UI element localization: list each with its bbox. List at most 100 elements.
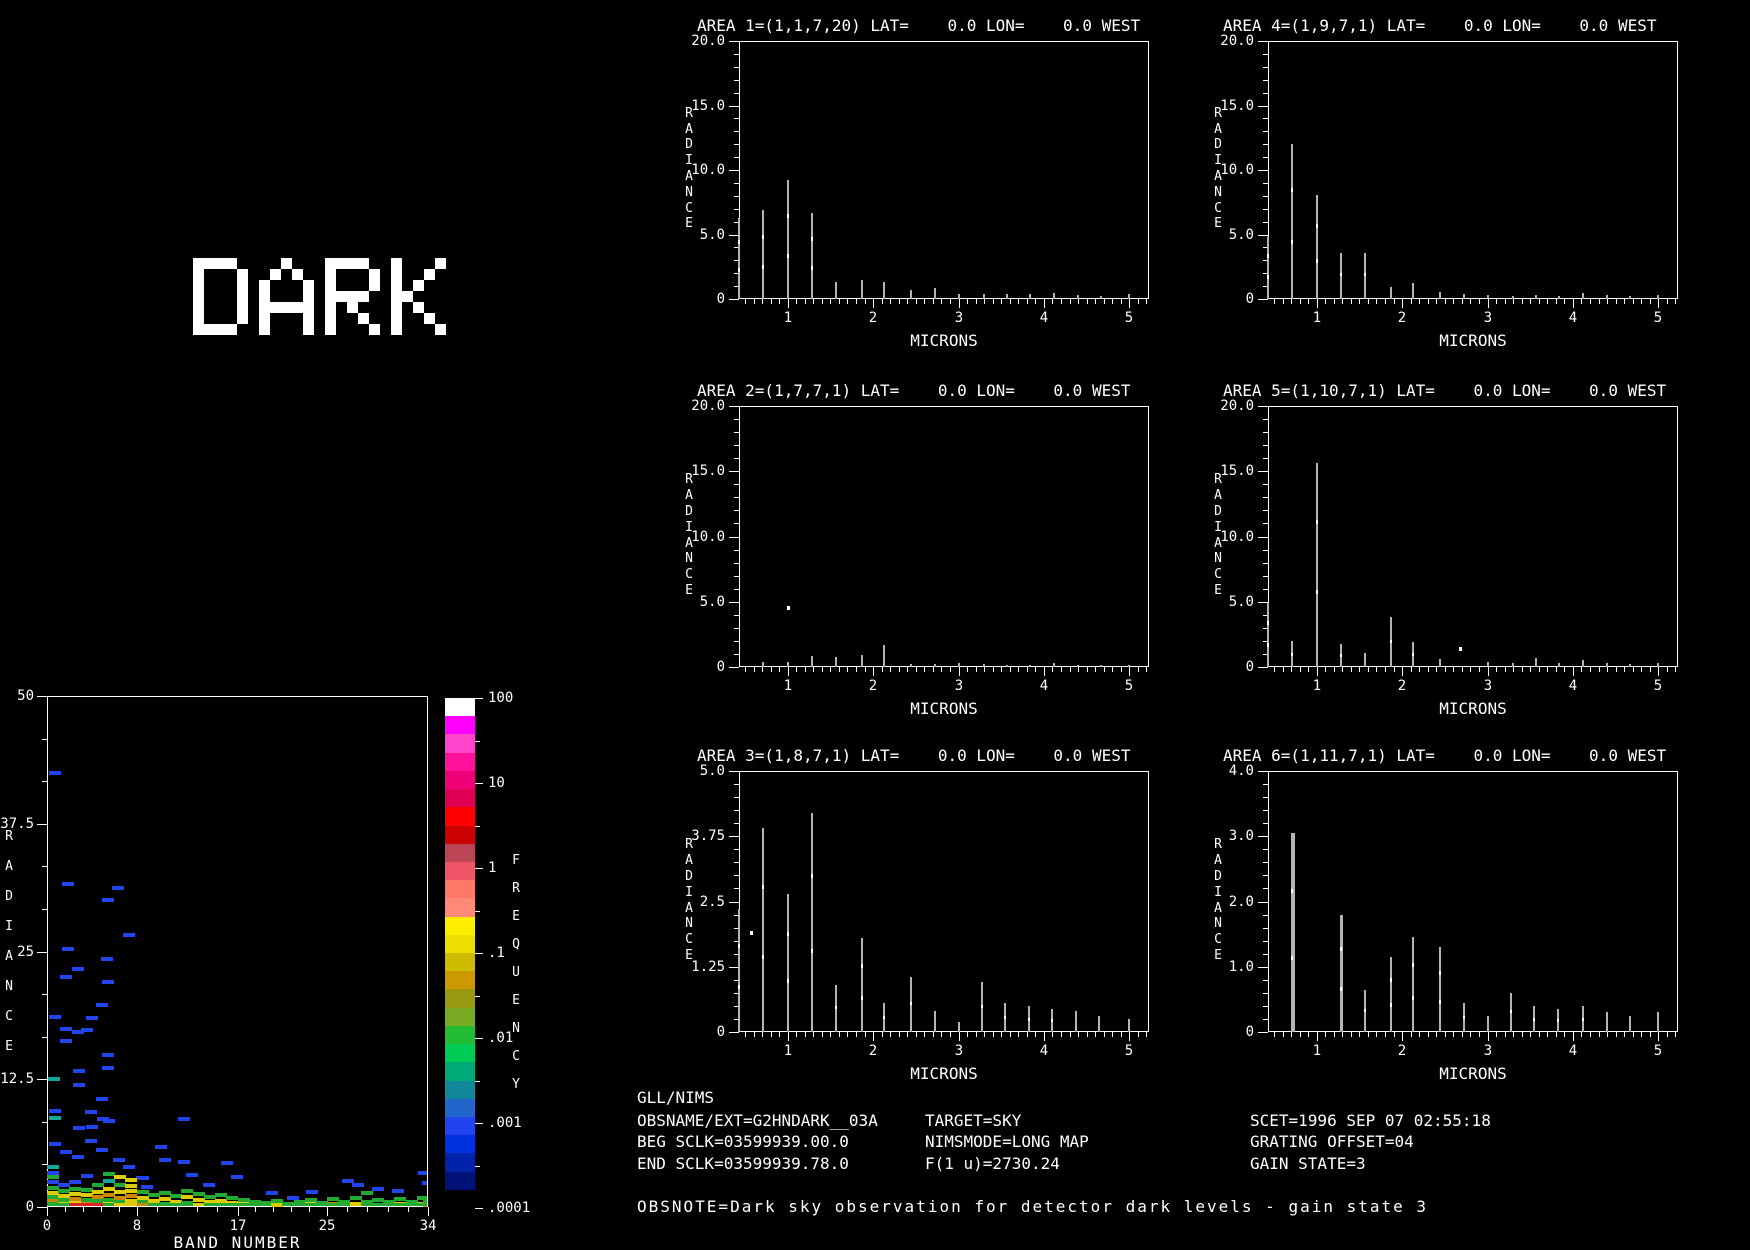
y-axis-tick	[42, 1122, 47, 1123]
x-axis-tick	[327, 1207, 328, 1216]
colorbar-segment	[445, 1171, 475, 1191]
histogram-cell	[125, 1194, 137, 1198]
histogram-cell	[392, 1189, 404, 1193]
x-axis-tick	[347, 1207, 348, 1212]
instrument-label: GLL/NIMS	[637, 1088, 715, 1107]
colorbar-segment	[445, 971, 475, 990]
y-axis-label-letter: N	[5, 979, 13, 994]
histogram-cell	[85, 1110, 97, 1114]
histogram-cell	[62, 947, 74, 951]
f1u-value: F(1 u)=2730.24	[925, 1154, 1060, 1173]
colorbar-tick	[475, 783, 483, 784]
histogram-cell	[73, 1083, 85, 1087]
y-axis-label-letter: I	[5, 919, 13, 934]
histogram-cell	[72, 1155, 84, 1159]
colorbar-tick-label: .0001	[488, 1200, 531, 1216]
histogram-cell	[372, 1187, 384, 1191]
colorbar-minor-tick	[475, 825, 480, 827]
histogram-cell	[86, 1125, 98, 1129]
x-axis-tick	[428, 1207, 429, 1216]
y-axis-tick	[42, 739, 47, 740]
histogram-cell	[178, 1160, 190, 1164]
colorbar-label-letter: Q	[512, 937, 520, 952]
colorbar-tick-label: 100	[488, 690, 514, 706]
scet-value: SCET=1996 SEP 07 02:55:18	[1250, 1111, 1491, 1130]
colorbar-segment	[445, 880, 475, 899]
x-axis-tick-label: 25	[318, 1218, 336, 1234]
colorbar-segment	[445, 825, 475, 845]
histogram-cell	[96, 1003, 108, 1007]
histogram-cell	[394, 1197, 406, 1201]
colorbar-minor-tick	[475, 740, 480, 742]
x-axis-tick	[47, 1207, 48, 1216]
y-axis-tick	[37, 1207, 47, 1208]
colorbar-segment	[445, 807, 475, 826]
gain-state-value: GAIN STATE=3	[1250, 1154, 1366, 1173]
x-axis-tick	[83, 1207, 84, 1212]
y-axis-label-letter: D	[5, 889, 13, 904]
histogram-cell	[103, 1119, 115, 1123]
y-axis-label-letter: R	[5, 829, 13, 844]
colorbar-segment	[445, 1116, 475, 1136]
histogram-cell	[62, 882, 74, 886]
histogram-baseline-cell	[125, 1203, 137, 1206]
grating-offset-value: GRATING OFFSET=04	[1250, 1132, 1414, 1151]
histogram-cell	[49, 1109, 61, 1113]
y-axis-tick-label: 12.5	[0, 1071, 34, 1087]
x-axis-tick	[197, 1207, 198, 1212]
x-axis-tick	[101, 1207, 102, 1212]
x-axis-tick-label: 17	[229, 1218, 247, 1234]
histogram-cell	[49, 1142, 61, 1146]
x-axis-tick	[255, 1207, 256, 1212]
y-axis-tick	[37, 696, 47, 697]
histogram-cell	[159, 1158, 171, 1162]
x-axis-tick	[137, 1207, 138, 1216]
histogram-cell	[137, 1176, 149, 1180]
histogram-cell	[101, 957, 113, 961]
x-axis-tick	[388, 1207, 389, 1212]
histogram-baseline-cell	[226, 1203, 238, 1206]
x-axis-tick	[119, 1207, 120, 1212]
histogram-cell	[181, 1195, 193, 1199]
colorbar-tick-label: 10	[488, 775, 505, 791]
colorbar-label-letter: R	[512, 881, 520, 896]
y-axis-label-letter: A	[5, 949, 13, 964]
histogram-baseline-cell	[282, 1203, 294, 1206]
histogram-cell	[361, 1191, 373, 1195]
colorbar-tick	[475, 953, 483, 954]
obsnote-text: OBSNOTE=Dark sky observation for detecto…	[637, 1197, 1429, 1216]
histogram-cell	[47, 1165, 59, 1169]
nimsmode-value: NIMSMODE=LONG MAP	[925, 1132, 1089, 1151]
histogram-cell	[113, 1158, 125, 1162]
histogram-cell	[69, 1180, 81, 1184]
colorbar-segment	[445, 1062, 475, 1081]
histogram-baseline-cell	[181, 1203, 193, 1206]
histogram-cell	[60, 975, 72, 979]
histogram-cell	[85, 1139, 97, 1143]
histogram-cell	[86, 1016, 98, 1020]
colorbar-minor-tick	[475, 995, 480, 997]
histogram-cell	[231, 1175, 243, 1179]
colorbar-segment	[445, 770, 475, 790]
colorbar-tick	[475, 1208, 483, 1209]
histogram-cell	[60, 1039, 72, 1043]
colorbar-minor-tick	[475, 1165, 480, 1167]
colorbar-minor-tick	[475, 910, 480, 912]
histogram-cell	[96, 1097, 108, 1101]
x-axis-tick	[367, 1207, 368, 1212]
nims-dark-display: AREA 1=(1,1,7,20) LAT= 0.0 LON= 0.0 WEST…	[0, 0, 1750, 1250]
histogram-cell	[49, 1116, 61, 1120]
histogram-cell	[96, 1148, 108, 1152]
y-axis-tick	[42, 866, 47, 867]
colorbar-segment	[445, 861, 475, 881]
histogram-cell	[81, 1028, 93, 1032]
histogram-cell	[178, 1117, 190, 1121]
histogram-cell	[112, 886, 124, 890]
x-axis-tick	[157, 1207, 158, 1212]
histogram-cell	[352, 1183, 364, 1187]
histogram-cell	[69, 1192, 81, 1196]
y-axis-label-letter: C	[5, 1009, 13, 1024]
histogram-cell	[221, 1161, 233, 1165]
colorbar-tick	[475, 1123, 483, 1124]
target-value: TARGET=SKY	[925, 1111, 1022, 1130]
